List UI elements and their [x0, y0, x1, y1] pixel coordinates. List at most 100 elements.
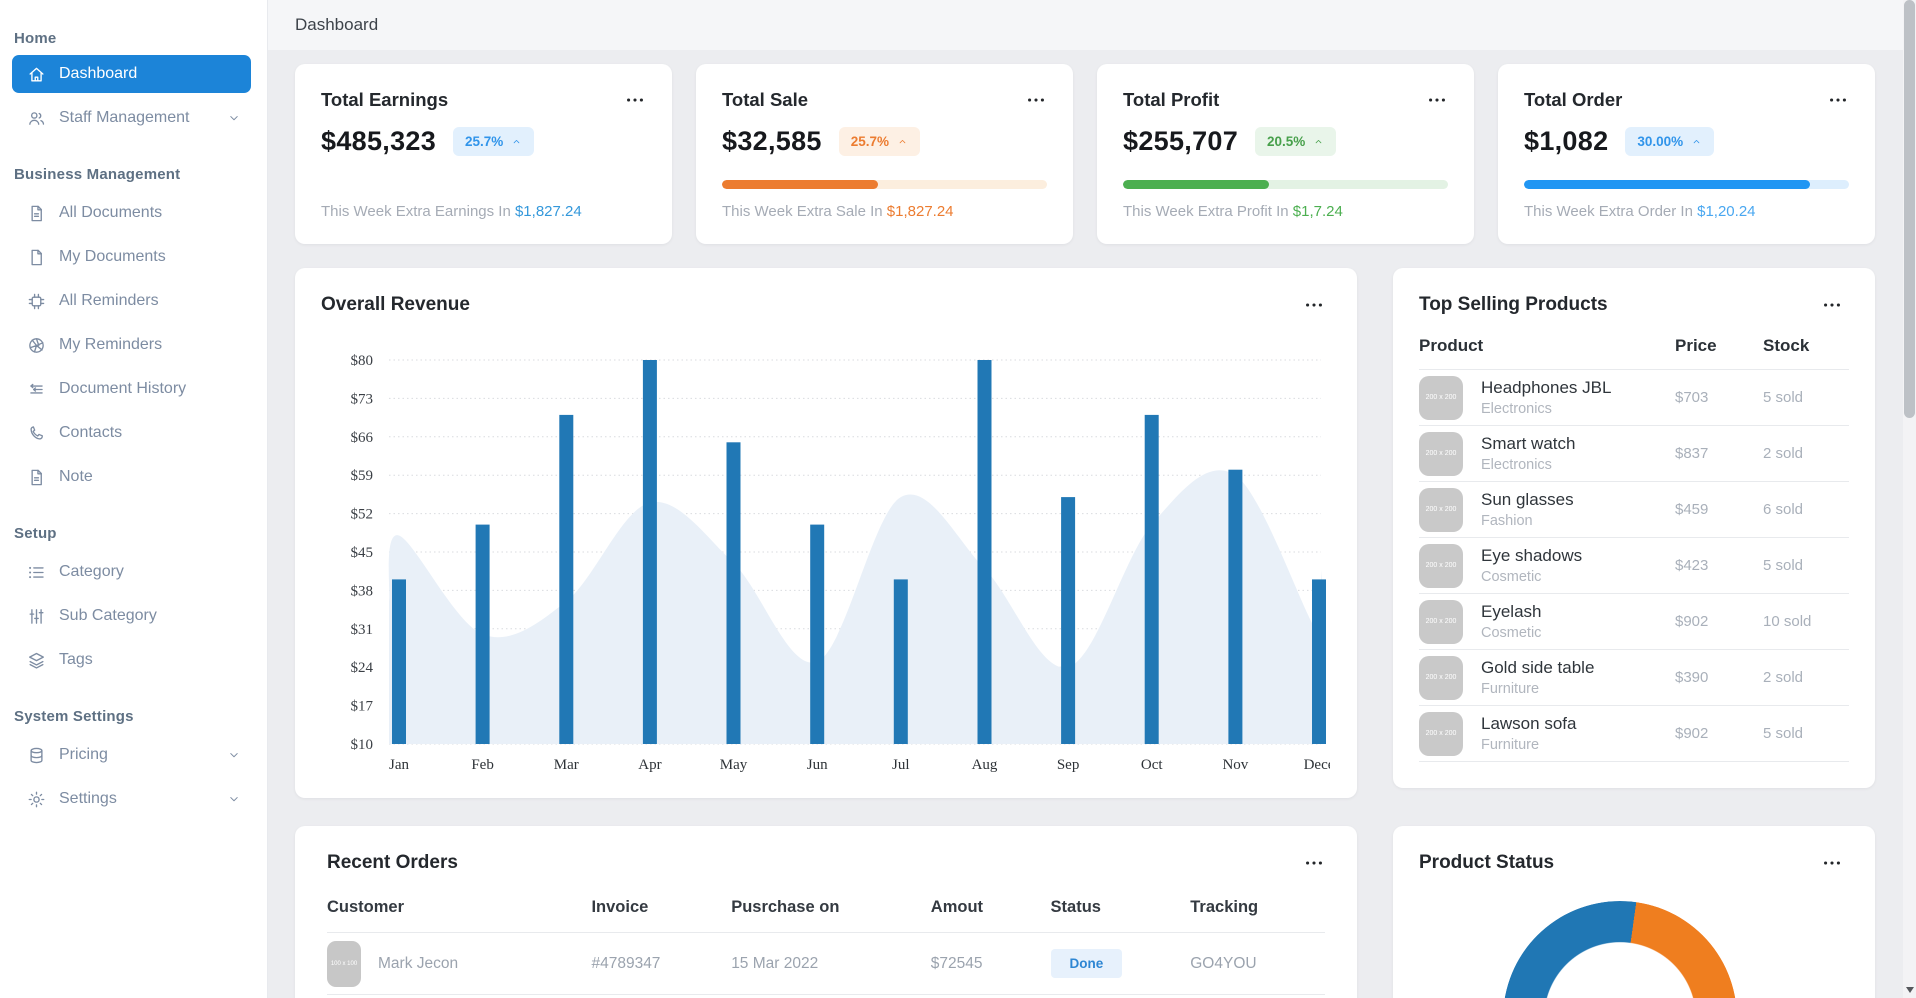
product-price: $902: [1675, 594, 1763, 650]
top-selling-products-card: Top Selling Products Product Price Stock 20…: [1393, 268, 1875, 788]
stat-progress-bar: [722, 180, 1047, 189]
orders-column-header: Tracking: [1190, 882, 1325, 933]
orders-column-header: Status: [1050, 882, 1191, 933]
users-icon: [26, 108, 46, 128]
stat-card-menu-button[interactable]: [1827, 89, 1849, 111]
database-icon: [26, 745, 46, 765]
order-tracking: GO4YOU: [1190, 933, 1325, 995]
svg-text:Apr: Apr: [638, 757, 661, 773]
overall-revenue-card: Overall Revenue $80 $73 $66 $59 $52 $45 $38 $31…: [295, 268, 1357, 798]
sidebar-item-contacts[interactable]: Contacts: [12, 411, 251, 455]
sidebar-item-dashboard[interactable]: Dashboard: [12, 55, 251, 93]
overall-revenue-menu-button[interactable]: [1303, 294, 1325, 316]
trend-badge[interactable]: 25.7%: [453, 127, 535, 156]
stat-cards-row: Total Earnings $485,323 25.7% This Week Ext…: [295, 64, 1875, 244]
sidebar-item-label: Note: [59, 468, 93, 485]
top-products-menu-button[interactable]: [1821, 294, 1843, 316]
overall-revenue-title: Overall Revenue: [321, 294, 470, 315]
recent-orders-title: Recent Orders: [327, 852, 458, 873]
product-category: Electronics: [1481, 457, 1552, 474]
stat-card-total-sale: Total Sale $32,585 25.7% This Week Extra Sa…: [696, 64, 1073, 244]
sidebar-item-note[interactable]: Note: [12, 455, 251, 499]
product-row-lawson-sofa[interactable]: 200 x 200 Lawson sofa Furniture: [1419, 706, 1675, 762]
sidebar-item-my-reminders[interactable]: My Reminders: [12, 323, 251, 367]
sidebar-item-document-history[interactable]: Document History: [12, 367, 251, 411]
stat-card-value: $255,707: [1123, 126, 1239, 156]
scrollbar-thumb[interactable]: [1904, 0, 1915, 418]
list-icon: [26, 562, 46, 582]
product-status-card: Product Status: [1393, 826, 1875, 998]
stat-card-total-profit: Total Profit $255,707 20.5% This Week Extra…: [1097, 64, 1474, 244]
stat-card-menu-button[interactable]: [1426, 89, 1448, 111]
chevron-down-icon: [227, 748, 241, 762]
trend-badge[interactable]: 30.00%: [1625, 127, 1715, 156]
order-row-customer[interactable]: 100 x 100 Mark Jecon: [327, 933, 592, 995]
sidebar-item-pricing[interactable]: Pricing: [12, 733, 251, 777]
svg-text:Jul: Jul: [892, 757, 910, 773]
sidebar-item-category[interactable]: Category: [12, 550, 251, 594]
sidebar-item-settings[interactable]: Settings: [12, 777, 251, 821]
note-icon: [26, 467, 46, 487]
file-icon: [26, 247, 46, 267]
svg-text:$52: $52: [351, 507, 374, 523]
orders-column-header: Customer: [327, 882, 592, 933]
sidebar-item-label: My Reminders: [59, 336, 163, 353]
chevron-up-icon: [897, 137, 908, 146]
svg-text:$45: $45: [351, 545, 374, 561]
product-name: Gold side table: [1481, 657, 1595, 677]
product-thumbnail: 200 x 200: [1419, 711, 1463, 756]
product-stock: 6 sold: [1763, 482, 1849, 538]
product-price: $703: [1675, 370, 1763, 426]
trend-badge[interactable]: 20.5%: [1255, 127, 1337, 156]
stat-card-title: Total Earnings: [321, 89, 449, 110]
stat-note-text: This Week Extra Sale In: [722, 203, 887, 220]
product-thumbnail: 200 x 200: [1419, 487, 1463, 532]
product-row-gold-side-table[interactable]: 200 x 200 Gold side table Furniture: [1419, 650, 1675, 706]
side-column: Top Selling Products Product Price Stock 20…: [1393, 268, 1875, 998]
svg-text:$24: $24: [351, 660, 374, 676]
sidebar-item-label: Settings: [59, 790, 117, 807]
product-stock: 5 sold: [1763, 370, 1849, 426]
trend-badge[interactable]: 25.7%: [838, 127, 920, 156]
sidebar-item-sub-category[interactable]: Sub Category: [12, 594, 251, 638]
page-scrollbar[interactable]: [1903, 0, 1916, 998]
recent-orders-menu-button[interactable]: [1303, 852, 1325, 874]
product-row-eye-shadows[interactable]: 200 x 200 Eye shadows Cosmetic: [1419, 538, 1675, 594]
product-thumbnail: 200 x 200: [1419, 431, 1463, 476]
product-row-headphones-jbl[interactable]: 200 x 200 Headphones JBL Electronics: [1419, 370, 1675, 426]
product-status-donut: [1503, 901, 1737, 998]
svg-text:$73: $73: [351, 391, 374, 407]
svg-text:Dece: Dece: [1304, 757, 1330, 773]
stat-progress-bar: [1524, 180, 1849, 189]
sidebar-item-label: All Reminders: [59, 292, 159, 309]
product-row-smart-watch[interactable]: 200 x 200 Smart watch Electronics: [1419, 426, 1675, 482]
product-category: Cosmetic: [1481, 569, 1542, 586]
stat-card-menu-button[interactable]: [1025, 89, 1047, 111]
sidebar-item-all-documents[interactable]: All Documents: [12, 191, 251, 235]
product-row-sun-glasses[interactable]: 200 x 200 Sun glasses Fashion: [1419, 482, 1675, 538]
sidebar-item-staff-management[interactable]: Staff Management: [12, 96, 251, 140]
orders-column-header: Invoice: [591, 882, 732, 933]
history-icon: [26, 379, 46, 399]
recent-orders-card: Recent Orders Customer Invoice Pusrchase o…: [295, 826, 1357, 998]
stat-card-title: Total Order: [1524, 89, 1623, 110]
sidebar-item-all-reminders[interactable]: All Reminders: [12, 279, 251, 323]
sidebar-item-my-documents[interactable]: My Documents: [12, 235, 251, 279]
stat-card-title: Total Profit: [1123, 89, 1220, 110]
stat-note-amount: $1,827.24: [886, 203, 954, 220]
stat-card-menu-button[interactable]: [624, 89, 646, 111]
product-category: Fashion: [1481, 513, 1533, 530]
sidebar-item-label: Sub Category: [59, 607, 157, 624]
product-status-menu-button[interactable]: [1821, 852, 1843, 874]
sliders-icon: [26, 606, 46, 626]
sidebar-item-tags[interactable]: Tags: [12, 638, 251, 682]
scroll-down-icon[interactable]: [1906, 987, 1914, 993]
product-row-eyelash[interactable]: 200 x 200 Eyelash Cosmetic: [1419, 594, 1675, 650]
product-stock: 10 sold: [1763, 594, 1849, 650]
svg-text:Nov: Nov: [1222, 757, 1248, 773]
product-thumbnail: 200 x 200: [1419, 655, 1463, 700]
svg-text:May: May: [720, 757, 748, 773]
svg-text:Oct: Oct: [1141, 757, 1163, 773]
stat-note-amount: $1,20.24: [1697, 203, 1756, 220]
sidebar-nav: Home Dashboard Staff Management Business Ma…: [0, 30, 267, 821]
